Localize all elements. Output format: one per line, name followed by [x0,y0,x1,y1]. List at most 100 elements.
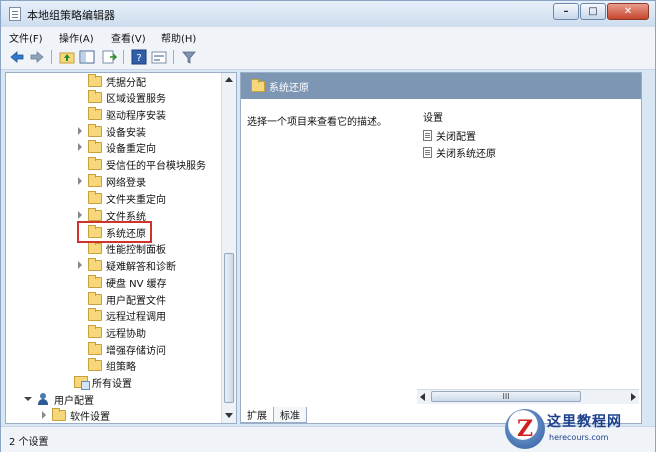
details-horizontal-scrollbar[interactable]: III [417,389,639,404]
filter-icon [182,51,196,64]
tree-item[interactable]: 硬盘 NV 缓存 [76,274,167,290]
scrollbar-thumb[interactable]: III [431,391,581,402]
filter-button[interactable] [181,49,197,65]
watermark-logo-icon: Z [505,409,545,449]
folder-icon [88,207,102,221]
expand-triangle-icon[interactable] [76,127,84,135]
tab-standard[interactable]: 标准 [273,407,307,423]
tree-item-label: 用户配置 [54,395,94,407]
close-button[interactable]: ✕ [607,3,649,20]
tree-expander [76,328,84,336]
show-hide-tree-button[interactable] [79,49,95,65]
title-bar[interactable]: 本地组策略编辑器 – □ ✕ [1,1,655,27]
tree-item[interactable]: 受信任的平台模块服务 [76,156,206,172]
forward-button[interactable] [29,49,45,65]
tree-item-label: 区域设置服务 [106,93,166,105]
tree-item[interactable]: 远程过程调用 [76,307,166,323]
folder-icon [88,274,102,288]
tab-extended[interactable]: 扩展 [240,407,274,423]
properties-button[interactable] [151,49,167,65]
details-header: 系统还原 [241,73,641,99]
tree-expander [76,278,84,286]
expand-triangle-icon[interactable] [76,143,84,151]
policy-setting-icon [423,146,432,158]
folder-icon [88,156,102,170]
tree-item[interactable]: 远程协助 [76,324,146,340]
expand-triangle-icon[interactable] [40,411,48,419]
folder-icon [88,123,102,137]
scrollbar-thumb[interactable] [224,253,234,403]
menu-help[interactable]: 帮助(H) [161,30,196,45]
tree-expander [76,160,84,168]
up-level-button[interactable] [59,49,75,65]
folder-icon [88,257,102,271]
tree-item-label: 文件夹重定向 [106,194,166,206]
tree-item-label: 组策略 [106,361,136,373]
tree-item-label: 凭据分配 [106,77,146,89]
setting-label: 关闭配置 [436,131,476,143]
tree-item[interactable]: 组策略 [76,357,136,373]
export-list-button[interactable] [101,49,118,65]
tree-item-label: 硬盘 NV 缓存 [106,278,167,290]
tree-item[interactable]: 区域设置服务 [76,89,166,105]
settings-folder-icon [74,376,90,390]
window-title: 本地组策略编辑器 [27,9,115,22]
menu-bar: 文件(F) 操作(A) 查看(V) 帮助(H) [1,27,655,45]
tree-item-label: 远程过程调用 [106,311,166,323]
tree-item-user-config[interactable]: 用户配置 [24,391,94,407]
scroll-right-arrow-icon[interactable] [631,393,636,401]
maximize-icon: □ [588,6,598,17]
details-pane: 系统还原 选择一个项目来查看它的描述。 设置 关闭配置 关闭系统还原 III [240,72,642,424]
tree-expander [76,345,84,353]
scroll-down-arrow-icon[interactable] [222,409,236,423]
column-header-label: 设置 [423,113,443,124]
tree-item-label: 远程协助 [106,328,146,340]
folder-icon [88,357,102,371]
tree-item[interactable]: 增强存储访问 [76,341,166,357]
tree-item[interactable]: 凭据分配 [76,73,146,89]
tree-item-software-settings[interactable]: 软件设置 [40,407,110,423]
tree-vertical-scrollbar[interactable] [221,73,236,423]
tree-item[interactable]: 设备重定向 [76,139,156,155]
console-tree-pane[interactable]: 凭据分配 区域设置服务 驱动程序安装 设备安装 设备重定向 受信任的平台模块服务… [5,72,237,424]
tree-item[interactable]: 网络登录 [76,173,146,189]
folder-icon [88,324,102,338]
close-icon: ✕ [623,6,633,17]
expand-triangle-icon[interactable] [76,261,84,269]
watermark-url: herecours.com [549,433,609,442]
menu-action[interactable]: 操作(A) [59,30,94,45]
menu-view[interactable]: 查看(V) [111,30,146,45]
folder-icon [251,79,265,92]
tree-item-all-settings[interactable]: 所有设置 [62,374,132,390]
tree-item[interactable]: 用户配置文件 [76,291,166,307]
scroll-up-arrow-icon[interactable] [222,73,236,87]
toolbar-separator [173,50,174,64]
menu-file[interactable]: 文件(F) [9,30,43,45]
folder-icon [88,106,102,120]
expand-triangle-icon[interactable] [76,211,84,219]
help-button[interactable]: ? [131,49,147,65]
scroll-left-arrow-icon[interactable] [420,393,425,401]
tree-item[interactable]: 文件夹重定向 [76,190,166,206]
tree-item[interactable]: 疑难解答和诊断 [76,257,176,273]
expand-triangle-icon[interactable] [76,177,84,185]
toolbar-separator [51,50,52,64]
details-header-title: 系统还原 [269,83,309,94]
minimize-button[interactable]: – [553,3,579,20]
setting-row[interactable]: 关闭系统还原 [423,145,496,160]
collapse-triangle-icon[interactable] [24,395,32,403]
tree-item-label: 受信任的平台模块服务 [106,160,206,172]
settings-column-header[interactable]: 设置 [417,105,639,124]
forward-arrow-icon [30,51,44,63]
setting-row[interactable]: 关闭配置 [423,128,476,143]
tree-item-label: 用户配置文件 [106,295,166,307]
tree-expander [76,93,84,101]
selection-highlight-box [77,221,152,243]
app-window: 本地组策略编辑器 – □ ✕ 文件(F) 操作(A) 查看(V) 帮助(H) ?… [0,0,656,452]
tree-item[interactable]: 设备安装 [76,123,146,139]
folder-icon [88,341,102,355]
window-controls: – □ ✕ [553,3,649,20]
maximize-button[interactable]: □ [580,3,606,20]
tree-item[interactable]: 驱动程序安装 [76,106,166,122]
back-button[interactable] [9,49,25,65]
